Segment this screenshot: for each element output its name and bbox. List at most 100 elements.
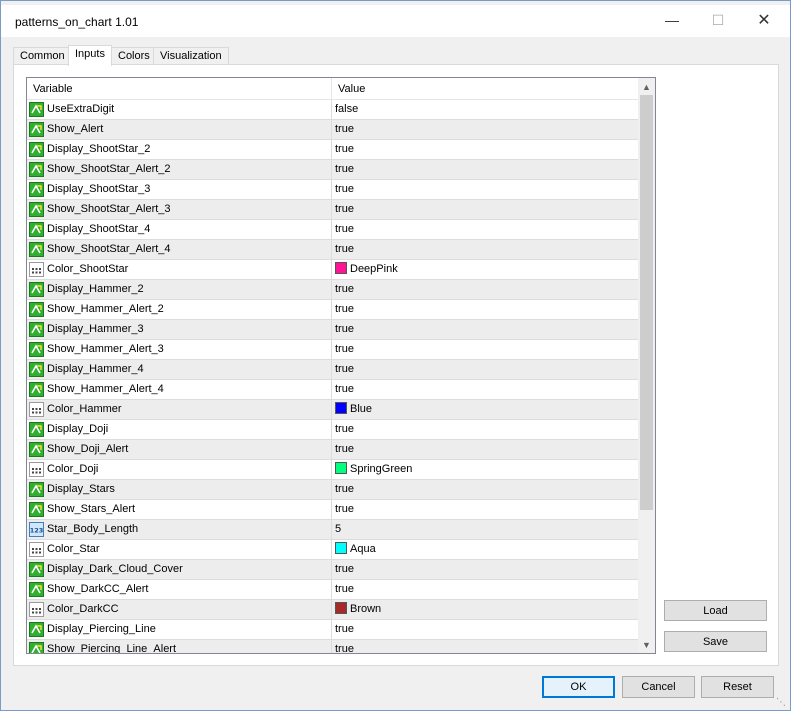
value-cell[interactable]: true (332, 560, 638, 579)
value-cell[interactable]: true (332, 320, 638, 339)
variable-cell: Color_Hammer (27, 400, 332, 419)
table-row[interactable]: Color_Hammer Blue (27, 400, 638, 420)
load-button[interactable]: Load (664, 600, 767, 621)
color-icon (29, 462, 44, 477)
table-row[interactable]: Show_Alert true (27, 120, 638, 140)
variable-name: Color_ShootStar (47, 263, 129, 275)
table-row[interactable]: Display_Piercing_Line true (27, 620, 638, 640)
column-header-variable[interactable]: Variable (27, 78, 332, 100)
save-button[interactable]: Save (664, 631, 767, 652)
value-text: true (335, 563, 354, 575)
variable-cell: Display_ShootStar_2 (27, 140, 332, 159)
resize-grip-icon[interactable]: ⋱ (776, 698, 788, 710)
table-row[interactable]: Display_ShootStar_2 true (27, 140, 638, 160)
value-cell[interactable]: false (332, 100, 638, 119)
variable-cell: Show_ShootStar_Alert_3 (27, 200, 332, 219)
variable-cell: Display_ShootStar_3 (27, 180, 332, 199)
table-row[interactable]: Display_Hammer_4 true (27, 360, 638, 380)
value-text: true (335, 643, 354, 654)
value-cell[interactable]: true (332, 480, 638, 499)
table-row[interactable]: Show_Hammer_Alert_4 true (27, 380, 638, 400)
table-row[interactable]: Show_ShootStar_Alert_4 true (27, 240, 638, 260)
value-cell[interactable]: DeepPink (332, 260, 638, 279)
scroll-up-arrow[interactable]: ▲ (638, 78, 655, 95)
value-cell[interactable]: true (332, 240, 638, 259)
table-row[interactable]: Display_Hammer_2 true (27, 280, 638, 300)
color-swatch (335, 602, 347, 614)
variable-cell: Display_Hammer_4 (27, 360, 332, 379)
bool-icon (29, 482, 44, 497)
value-cell[interactable]: Aqua (332, 540, 638, 559)
grid-header: Variable Value (27, 78, 638, 100)
tab-colors[interactable]: Colors (111, 47, 157, 65)
vertical-scrollbar[interactable]: ▲ ▼ (638, 78, 655, 653)
column-header-value[interactable]: Value (332, 78, 638, 100)
cancel-button[interactable]: Cancel (622, 676, 695, 698)
table-row[interactable]: Color_ShootStar DeepPink (27, 260, 638, 280)
value-text: true (335, 243, 354, 255)
value-cell[interactable]: true (332, 620, 638, 639)
table-row[interactable]: Show_Doji_Alert true (27, 440, 638, 460)
value-cell[interactable]: true (332, 340, 638, 359)
table-row[interactable]: Color_Star Aqua (27, 540, 638, 560)
table-row[interactable]: Show_Hammer_Alert_2 true (27, 300, 638, 320)
reset-button[interactable]: Reset (701, 676, 774, 698)
table-row[interactable]: Display_ShootStar_3 true (27, 180, 638, 200)
table-row[interactable]: Show_Piercing_Line_Alert true (27, 640, 638, 654)
maximize-button[interactable]: ☐ (695, 5, 741, 35)
table-row[interactable]: Show_Stars_Alert true (27, 500, 638, 520)
value-cell[interactable]: Brown (332, 600, 638, 619)
table-row[interactable]: Display_ShootStar_4 true (27, 220, 638, 240)
tab-common[interactable]: Common (13, 47, 72, 65)
table-row[interactable]: 123 Star_Body_Length 5 (27, 520, 638, 540)
value-cell[interactable]: true (332, 280, 638, 299)
table-row[interactable]: UseExtraDigit false (27, 100, 638, 120)
table-row[interactable]: Show_ShootStar_Alert_2 true (27, 160, 638, 180)
value-cell[interactable]: 5 (332, 520, 638, 539)
value-text: true (335, 363, 354, 375)
table-row[interactable]: Color_Doji SpringGreen (27, 460, 638, 480)
table-row[interactable]: Display_Hammer_3 true (27, 320, 638, 340)
variable-name: Color_Star (47, 543, 100, 555)
value-cell[interactable]: true (332, 500, 638, 519)
value-cell[interactable]: true (332, 640, 638, 654)
variable-cell: Color_DarkCC (27, 600, 332, 619)
variable-cell: Show_Alert (27, 120, 332, 139)
tab-inputs[interactable]: Inputs (68, 45, 112, 66)
value-cell[interactable]: true (332, 360, 638, 379)
color-icon (29, 402, 44, 417)
value-cell[interactable]: true (332, 300, 638, 319)
bool-icon (29, 222, 44, 237)
table-row[interactable]: Show_DarkCC_Alert true (27, 580, 638, 600)
minimize-button[interactable]: — (649, 5, 695, 35)
bool-icon (29, 362, 44, 377)
value-cell[interactable]: true (332, 420, 638, 439)
value-cell[interactable]: true (332, 380, 638, 399)
value-cell[interactable]: true (332, 220, 638, 239)
variable-name: Display_ShootStar_4 (47, 223, 151, 235)
value-cell[interactable]: true (332, 200, 638, 219)
value-cell[interactable]: true (332, 440, 638, 459)
value-cell[interactable]: true (332, 140, 638, 159)
tab-visualization[interactable]: Visualization (153, 47, 229, 65)
variable-name: Color_Hammer (47, 403, 122, 415)
table-row[interactable]: Display_Dark_Cloud_Cover true (27, 560, 638, 580)
scroll-thumb[interactable] (640, 95, 653, 510)
table-row[interactable]: Color_DarkCC Brown (27, 600, 638, 620)
table-row[interactable]: Show_Hammer_Alert_3 true (27, 340, 638, 360)
value-cell[interactable]: true (332, 580, 638, 599)
bool-icon (29, 202, 44, 217)
value-cell[interactable]: Blue (332, 400, 638, 419)
close-button[interactable]: ✕ (741, 5, 787, 35)
table-row[interactable]: Show_ShootStar_Alert_3 true (27, 200, 638, 220)
bool-icon (29, 562, 44, 577)
table-row[interactable]: Display_Doji true (27, 420, 638, 440)
scroll-down-arrow[interactable]: ▼ (638, 636, 655, 653)
value-cell[interactable]: true (332, 160, 638, 179)
value-text: 5 (335, 523, 342, 535)
table-row[interactable]: Display_Stars true (27, 480, 638, 500)
value-cell[interactable]: true (332, 120, 638, 139)
value-cell[interactable]: true (332, 180, 638, 199)
value-cell[interactable]: SpringGreen (332, 460, 638, 479)
ok-button[interactable]: OK (542, 676, 615, 698)
